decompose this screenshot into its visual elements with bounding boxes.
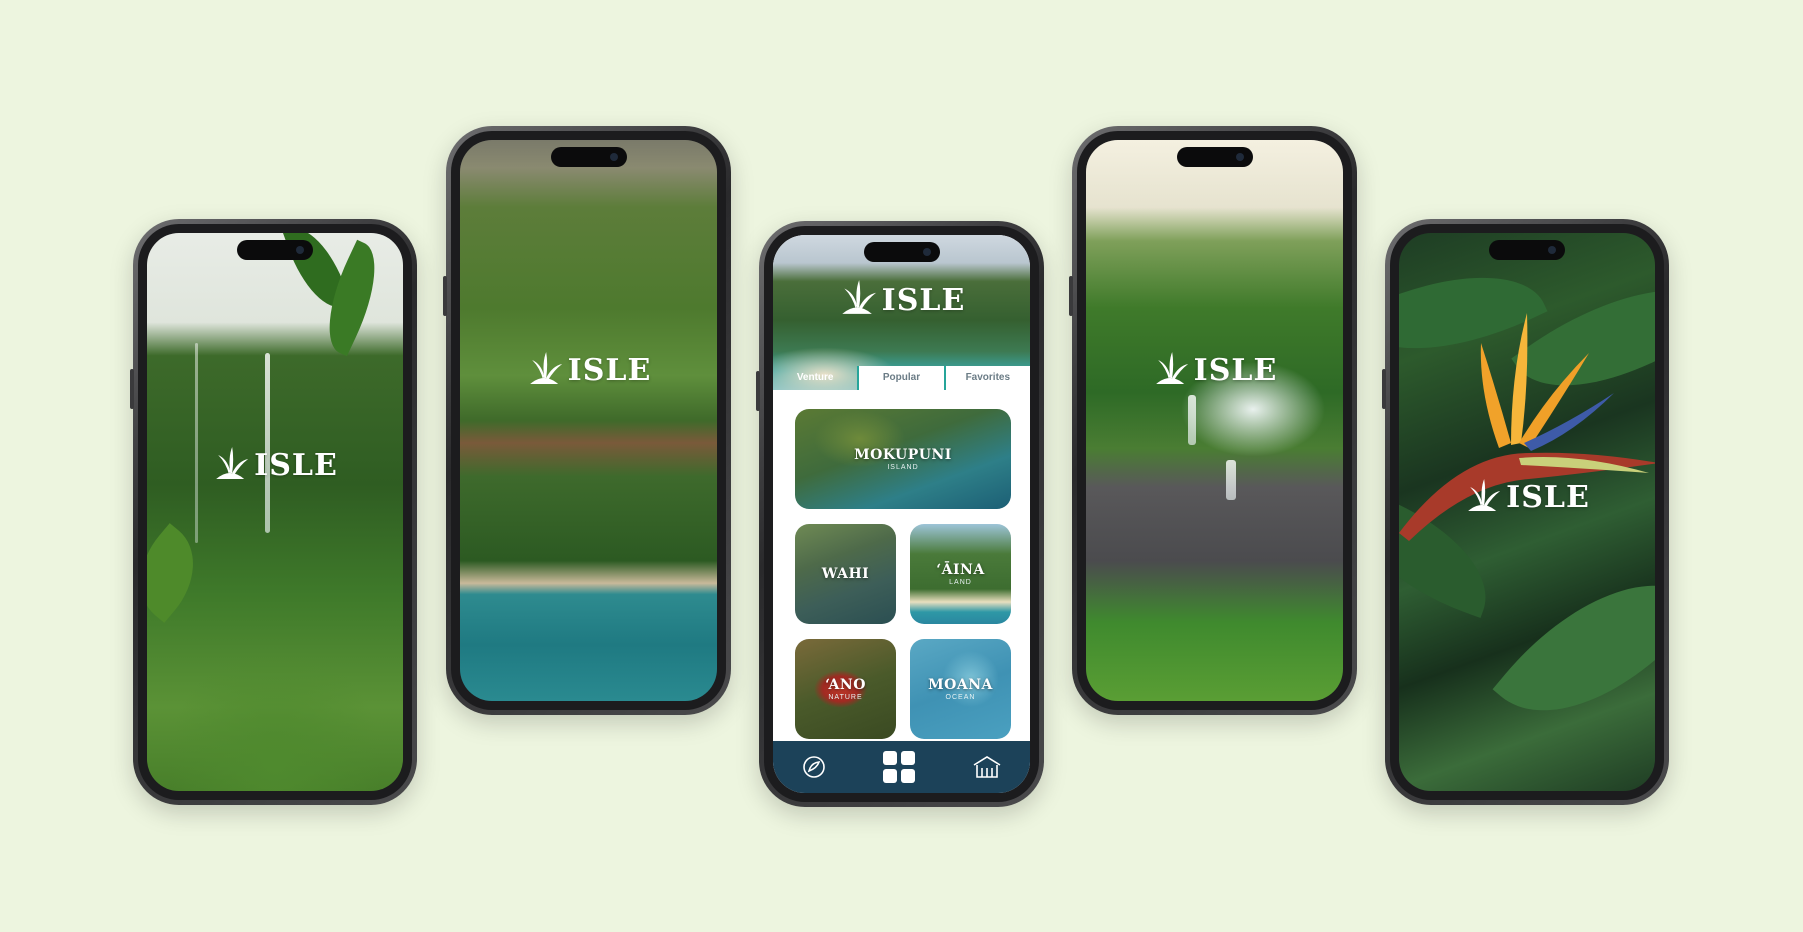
- logo-text: ISLE: [1193, 353, 1278, 388]
- card-mokupuni[interactable]: MOKUPUNI ISLAND: [795, 409, 1011, 509]
- isle-logo: ISLE: [212, 445, 338, 481]
- dynamic-island: [1489, 240, 1565, 260]
- card-subtitle: LAND: [949, 579, 972, 586]
- phone-5: ISLE: [1382, 219, 1669, 805]
- bird-of-paradise-logo-icon: [529, 352, 562, 384]
- grid-icon[interactable]: [882, 750, 916, 784]
- card-title: ʻANO: [825, 677, 866, 693]
- isle-logo: ISLE: [1152, 350, 1278, 386]
- splash-screen-jungle-waterfall: ISLE: [1086, 140, 1343, 701]
- logo-text: ISLE: [1506, 480, 1590, 515]
- isle-logo: ISLE: [838, 278, 966, 316]
- bird-of-paradise-logo-icon: [216, 447, 249, 479]
- bird-of-paradise-logo-icon: [1155, 352, 1188, 384]
- dynamic-island: [863, 242, 940, 262]
- card-title: MOANA: [928, 677, 993, 693]
- splash-screen-coastline: ISLE: [460, 140, 717, 701]
- logo-text: ISLE: [881, 283, 966, 318]
- tab-venture[interactable]: Venture: [773, 366, 857, 390]
- phone-1: ISLE: [130, 219, 417, 805]
- bird-of-paradise-logo-icon: [1468, 479, 1501, 511]
- tab-favorites[interactable]: Favorites: [943, 366, 1030, 390]
- tab-bar: Venture Popular Favorites: [773, 366, 1030, 390]
- tab-popular[interactable]: Popular: [857, 366, 944, 390]
- phone-3: ISLE Venture Popular Favorites MOKUPUNI …: [756, 221, 1044, 807]
- card-title: ʻĀINA: [936, 562, 985, 578]
- card-title: MOKUPUNI: [854, 447, 952, 463]
- house-icon[interactable]: [972, 755, 1002, 779]
- card-subtitle: NATURE: [828, 694, 863, 701]
- isle-logo: ISLE: [526, 350, 652, 386]
- logo-text: ISLE: [254, 448, 338, 483]
- card-wahi[interactable]: WAHI: [795, 524, 896, 624]
- card-ano[interactable]: ʻANO NATURE: [795, 639, 896, 739]
- phone-4: ISLE: [1069, 126, 1357, 715]
- dynamic-island: [1176, 147, 1253, 167]
- splash-screen-waterfall: ISLE: [147, 233, 403, 791]
- card-subtitle: ISLAND: [887, 464, 919, 471]
- bird-of-paradise-logo-icon: [841, 280, 876, 314]
- dynamic-island: [550, 147, 627, 167]
- logo-text: ISLE: [567, 353, 652, 388]
- dynamic-island: [237, 240, 313, 260]
- card-moana[interactable]: MOANA OCEAN: [910, 639, 1011, 739]
- phone-2: ISLE: [443, 126, 731, 715]
- splash-screen-bird-of-paradise: ISLE: [1399, 233, 1655, 791]
- card-subtitle: OCEAN: [945, 694, 976, 701]
- explore-icon[interactable]: [801, 754, 827, 780]
- card-aina[interactable]: ʻĀINA LAND: [910, 524, 1011, 624]
- home-screen: ISLE Venture Popular Favorites MOKUPUNI …: [773, 235, 1030, 793]
- card-title: WAHI: [821, 566, 870, 582]
- bottom-nav: [773, 741, 1030, 793]
- isle-logo: ISLE: [1464, 477, 1590, 513]
